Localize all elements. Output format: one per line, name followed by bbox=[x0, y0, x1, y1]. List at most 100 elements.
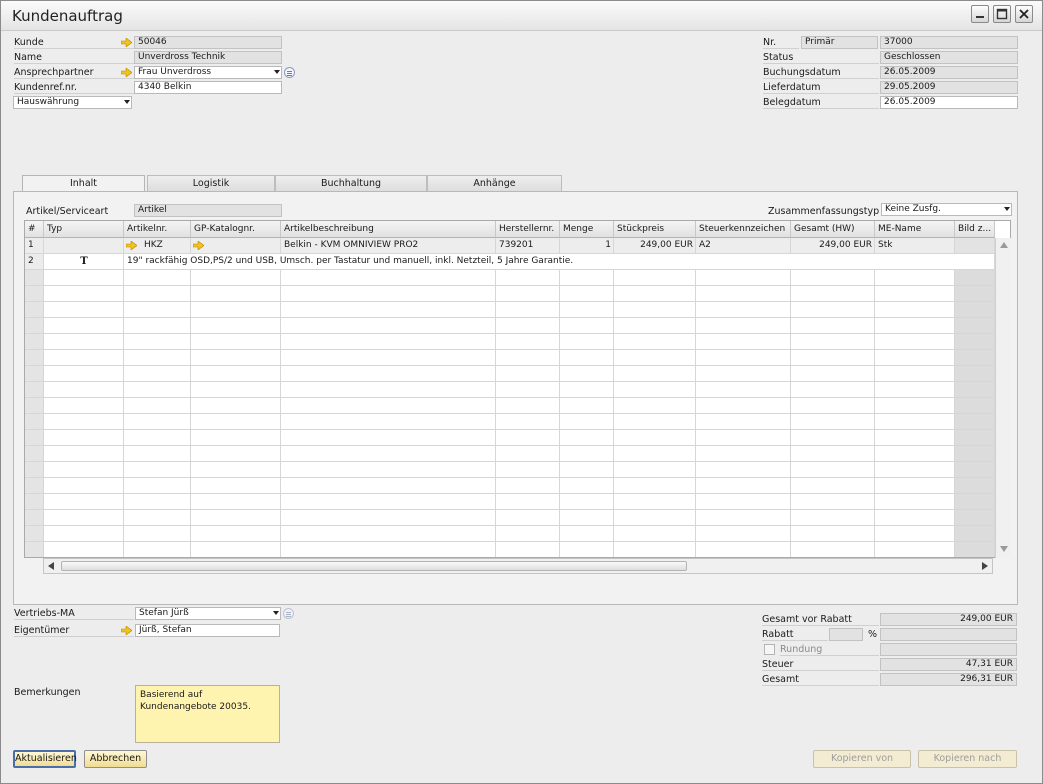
table-cell-artikelnr[interactable] bbox=[124, 542, 191, 557]
table-cell-gp-katalognr[interactable] bbox=[191, 526, 281, 542]
table-cell-bild[interactable] bbox=[955, 334, 995, 350]
table-cell-num[interactable] bbox=[25, 446, 44, 462]
column-header-typ[interactable]: Typ bbox=[44, 221, 124, 238]
table-cell-menge[interactable] bbox=[560, 366, 614, 382]
table-cell-typ[interactable] bbox=[44, 494, 124, 510]
table-cell-me-name[interactable] bbox=[875, 462, 955, 478]
table-cell-artikelnr[interactable] bbox=[124, 478, 191, 494]
table-cell-menge[interactable] bbox=[560, 414, 614, 430]
table-cell-steuer[interactable] bbox=[696, 478, 791, 494]
table-cell-gesamt[interactable] bbox=[791, 510, 875, 526]
table-cell-steuer[interactable] bbox=[696, 350, 791, 366]
scroll-thumb[interactable] bbox=[61, 561, 687, 571]
table-cell-steuer[interactable] bbox=[696, 334, 791, 350]
table-cell-gp-katalognr[interactable] bbox=[191, 366, 281, 382]
table-cell-bild[interactable] bbox=[955, 398, 995, 414]
table-cell-steuer[interactable] bbox=[696, 382, 791, 398]
table-cell-menge[interactable] bbox=[560, 350, 614, 366]
table-cell-gesamt[interactable] bbox=[791, 382, 875, 398]
table-cell-gesamt[interactable] bbox=[791, 446, 875, 462]
table-cell-num[interactable] bbox=[25, 414, 44, 430]
tab-anhaenge[interactable]: Anhänge bbox=[427, 175, 562, 192]
table-cell-bild[interactable] bbox=[955, 430, 995, 446]
table-cell-num[interactable] bbox=[25, 366, 44, 382]
table-cell-num[interactable] bbox=[25, 382, 44, 398]
table-cell-beschreibung[interactable] bbox=[281, 366, 496, 382]
table-cell-me-name[interactable] bbox=[875, 318, 955, 334]
table-cell-menge[interactable] bbox=[560, 526, 614, 542]
link-arrow-icon[interactable] bbox=[121, 626, 132, 635]
artikelart-field[interactable]: Artikel bbox=[134, 204, 282, 217]
table-cell-gesamt[interactable] bbox=[791, 478, 875, 494]
table-cell-beschreibung[interactable] bbox=[281, 462, 496, 478]
column-header-num[interactable]: # bbox=[25, 221, 44, 238]
table-cell-bild[interactable] bbox=[955, 478, 995, 494]
vertriebs-ma-dropdown[interactable]: Stefan Jürß bbox=[135, 607, 281, 620]
column-header-artikelnr[interactable]: Artikelnr. bbox=[124, 221, 191, 238]
column-header-gp-katalognr[interactable]: GP-Katalognr. bbox=[191, 221, 281, 238]
table-cell-gp-katalognr[interactable] bbox=[191, 270, 281, 286]
link-arrow-icon[interactable] bbox=[121, 38, 132, 47]
table-cell-stueckpreis[interactable] bbox=[614, 430, 696, 446]
table-cell-typ[interactable] bbox=[44, 302, 124, 318]
table-cell-typ[interactable] bbox=[44, 430, 124, 446]
table-cell-typ[interactable] bbox=[44, 334, 124, 350]
table-cell-menge[interactable] bbox=[560, 510, 614, 526]
table-cell-herstellernr[interactable] bbox=[496, 510, 560, 526]
table-cell-bild[interactable] bbox=[955, 414, 995, 430]
table-cell-menge[interactable] bbox=[560, 430, 614, 446]
table-cell-menge[interactable] bbox=[560, 286, 614, 302]
table-cell-herstellernr[interactable] bbox=[496, 366, 560, 382]
text-line-cell[interactable]: 19" rackfähig OSD,PS/2 und USB, Umsch. p… bbox=[124, 254, 995, 270]
table-cell-menge[interactable] bbox=[560, 382, 614, 398]
table-cell-num[interactable] bbox=[25, 270, 44, 286]
table-cell-bild[interactable] bbox=[955, 318, 995, 334]
table-cell-num[interactable] bbox=[25, 430, 44, 446]
table-cell-me-name[interactable] bbox=[875, 382, 955, 398]
table-cell-gesamt[interactable] bbox=[791, 318, 875, 334]
table-cell-artikelnr[interactable] bbox=[124, 270, 191, 286]
table-cell-gesamt[interactable] bbox=[791, 270, 875, 286]
table-cell-steuer[interactable] bbox=[696, 270, 791, 286]
table-cell-gp-katalognr[interactable] bbox=[191, 478, 281, 494]
table-cell-artikelnr[interactable] bbox=[124, 318, 191, 334]
table-cell-bild[interactable] bbox=[955, 382, 995, 398]
table-cell-menge[interactable] bbox=[560, 270, 614, 286]
table-cell-bild[interactable] bbox=[955, 286, 995, 302]
table-cell-steuer[interactable] bbox=[696, 510, 791, 526]
close-button[interactable] bbox=[1015, 5, 1033, 23]
table-cell-beschreibung[interactable] bbox=[281, 478, 496, 494]
table-cell-num[interactable] bbox=[25, 398, 44, 414]
table-cell-bild[interactable] bbox=[955, 494, 995, 510]
table-cell-me-name[interactable] bbox=[875, 350, 955, 366]
table-cell-me-name[interactable] bbox=[875, 286, 955, 302]
table-cell-menge[interactable] bbox=[560, 398, 614, 414]
column-header-stueckpreis[interactable]: Stückpreis bbox=[614, 221, 696, 238]
table-cell-gesamt[interactable] bbox=[791, 494, 875, 510]
name-field[interactable]: Unverdross Technik bbox=[134, 51, 282, 64]
table-cell-menge[interactable] bbox=[560, 318, 614, 334]
table-cell-typ[interactable] bbox=[44, 286, 124, 302]
table-cell-gp-katalognr[interactable] bbox=[191, 318, 281, 334]
table-cell-herstellernr[interactable] bbox=[496, 494, 560, 510]
column-header-steuer[interactable]: Steuerkennzeichen bbox=[696, 221, 791, 238]
table-cell-beschreibung[interactable] bbox=[281, 510, 496, 526]
table-cell-steuer[interactable] bbox=[696, 526, 791, 542]
table-cell-num[interactable] bbox=[25, 350, 44, 366]
table-cell-herstellernr[interactable] bbox=[496, 414, 560, 430]
table-cell-steuer[interactable] bbox=[696, 398, 791, 414]
scroll-left-icon[interactable] bbox=[48, 562, 54, 570]
currency-dropdown[interactable]: Hauswährung bbox=[13, 96, 132, 109]
rabatt-percent-field[interactable] bbox=[829, 628, 863, 641]
table-cell-me-name[interactable] bbox=[875, 494, 955, 510]
maximize-button[interactable] bbox=[993, 5, 1011, 23]
table-cell-artikelnr[interactable] bbox=[124, 398, 191, 414]
kunde-field[interactable]: 50046 bbox=[134, 36, 282, 49]
table-cell-stueckpreis[interactable] bbox=[614, 414, 696, 430]
table-cell-steuer[interactable] bbox=[696, 494, 791, 510]
table-cell-steuer[interactable] bbox=[696, 462, 791, 478]
status-field[interactable]: Geschlossen bbox=[880, 51, 1018, 64]
table-cell-stueckpreis[interactable] bbox=[614, 286, 696, 302]
horizontal-scrollbar[interactable] bbox=[43, 558, 993, 574]
table-cell-beschreibung[interactable] bbox=[281, 286, 496, 302]
